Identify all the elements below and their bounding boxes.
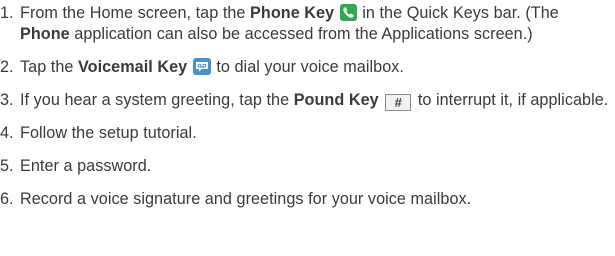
step-5: 5. Enter a password.	[0, 156, 609, 177]
step-number: 4.	[0, 124, 14, 142]
step-text: to dial your voice mailbox.	[211, 58, 404, 76]
step-number: 6.	[0, 190, 14, 208]
pound-key-icon: #	[385, 94, 412, 111]
phone-key-label: Phone Key	[250, 4, 335, 22]
step-6: 6. Record a voice signature and greeting…	[0, 189, 609, 210]
step-2: 2. Tap the Voicemail Key to dial your vo…	[0, 57, 609, 78]
step-1: 1. From the Home screen, tap the Phone K…	[0, 3, 609, 45]
pound-key-label: Pound Key	[293, 91, 379, 109]
step-text: in the Quick Keys bar. (The	[357, 4, 559, 22]
step-3: 3. If you hear a system greeting, tap th…	[0, 90, 609, 111]
steps-list: 1. From the Home screen, tap the Phone K…	[0, 3, 609, 210]
step-number: 3.	[0, 91, 14, 109]
voicemail-icon	[192, 58, 211, 75]
step-text: Tap the	[20, 58, 78, 76]
step-text: Record a voice signature and greetings f…	[20, 190, 472, 208]
step-text: Enter a password.	[20, 157, 152, 175]
step-number: 5.	[0, 157, 14, 175]
phone-app-label: Phone	[20, 25, 70, 43]
step-number: 1.	[0, 4, 14, 22]
voicemail-key-label: Voicemail Key	[78, 58, 188, 76]
step-text: to interrupt it, if applicable.	[413, 91, 609, 109]
step-text: If you hear a system greeting, tap the	[20, 91, 294, 109]
step-text: application can also be accessed from th…	[69, 25, 533, 43]
phone-icon	[339, 4, 357, 21]
step-number: 2.	[0, 58, 14, 76]
step-text: Follow the setup tutorial.	[20, 124, 197, 142]
step-text: From the Home screen, tap the	[20, 4, 251, 22]
step-4: 4. Follow the setup tutorial.	[0, 123, 609, 144]
instruction-document: 1. From the Home screen, tap the Phone K…	[0, 0, 615, 256]
